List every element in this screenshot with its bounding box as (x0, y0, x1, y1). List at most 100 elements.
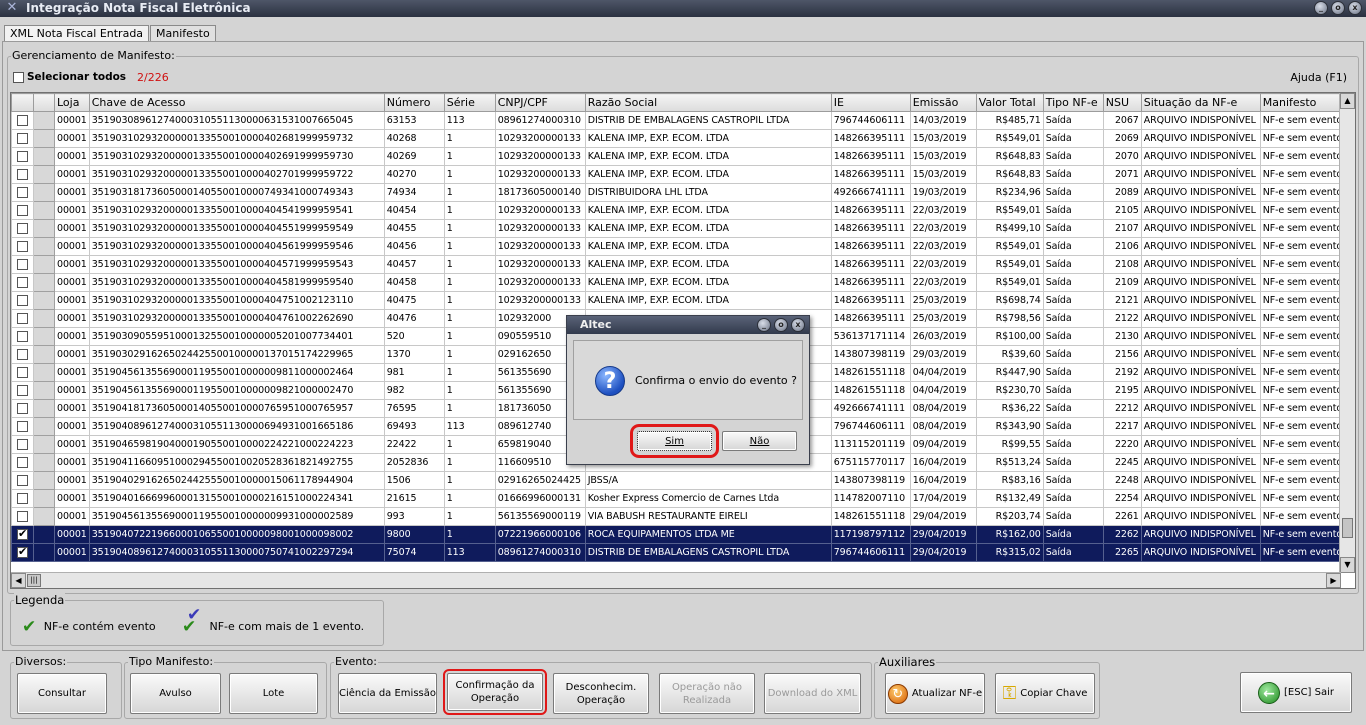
ciencia-emissao-button[interactable]: Ciência da Emissão (338, 673, 437, 714)
maximize-button[interactable]: o (1331, 1, 1345, 15)
row-checkbox-cell[interactable] (11, 381, 34, 400)
row-checkbox-cell[interactable] (11, 111, 34, 130)
table-row[interactable]: 0000135190408961274000310551130000750741… (11, 543, 1346, 562)
row-checkbox[interactable] (17, 385, 28, 396)
table-row[interactable]: 00001 35190318173605000140550010000749341… (11, 183, 1346, 202)
row-checkbox[interactable] (17, 115, 28, 126)
confirmacao-operacao-button[interactable]: Confirmação da Operação (443, 669, 547, 715)
lote-button[interactable]: Lote (229, 673, 318, 714)
table-row[interactable]: 00001 35190310293200000133550010000404561… (11, 237, 1346, 256)
table-row[interactable]: 00001 35190402916265024425550010000015061… (11, 471, 1346, 490)
table-row[interactable]: 00001 35190310293200000133550010000404551… (11, 219, 1346, 238)
table-row[interactable]: 00001 35190310293200000133550010000404541… (11, 201, 1346, 220)
tab-manifesto[interactable]: Manifesto (150, 25, 216, 42)
help-label[interactable]: Ajuda (F1) (1290, 71, 1347, 84)
close-button[interactable]: x (1348, 1, 1362, 15)
row-checkbox[interactable] (17, 367, 28, 378)
select-all[interactable]: Selecionar todos (13, 71, 126, 83)
operacao-nao-realizada-button[interactable]: Operação não Realizada (659, 673, 755, 714)
table-row[interactable]: 00001 35190308961274000310551130000631531… (11, 111, 1346, 130)
table-row[interactable]: 00001 35190310293200000133550010000402681… (11, 129, 1346, 148)
row-checkbox[interactable] (17, 527, 28, 540)
row-checkbox-cell[interactable] (11, 255, 34, 274)
row-checkbox-cell[interactable] (11, 489, 34, 508)
row-checkbox-cell[interactable] (11, 183, 34, 202)
no-button[interactable]: Não (722, 431, 797, 451)
column-header[interactable] (11, 93, 34, 112)
dialog-close-button[interactable]: x (791, 318, 805, 332)
row-checkbox[interactable] (17, 151, 28, 162)
download-xml-button[interactable]: Download do XML (764, 673, 861, 714)
desconhecimento-operacao-button[interactable]: Desconhecim. Operação (553, 673, 649, 714)
column-header[interactable]: NSU (1102, 93, 1142, 112)
copiar-chave-button[interactable]: ⚿ Copiar Chave (995, 673, 1095, 714)
row-checkbox[interactable] (17, 313, 28, 324)
dialog-maximize-button[interactable]: o (774, 318, 788, 332)
row-checkbox[interactable] (17, 205, 28, 216)
column-header[interactable]: CNPJ/CPF (494, 93, 586, 112)
row-checkbox[interactable] (17, 223, 28, 234)
row-checkbox-cell[interactable] (11, 417, 34, 436)
column-header[interactable]: Valor Total (975, 93, 1044, 112)
row-checkbox[interactable] (17, 169, 28, 180)
table-row[interactable]: 00001 35190310293200000133550010000404751… (11, 291, 1346, 310)
yes-button[interactable]: Sim (630, 424, 719, 458)
row-checkbox-cell[interactable] (11, 291, 34, 310)
row-checkbox-cell[interactable] (11, 453, 34, 472)
column-header[interactable]: Série (443, 93, 496, 112)
column-header[interactable]: Loja (54, 93, 90, 112)
row-checkbox-cell[interactable] (11, 399, 34, 418)
row-checkbox-cell[interactable] (11, 543, 34, 562)
row-checkbox-cell[interactable] (11, 363, 34, 382)
horizontal-scroll-thumb[interactable]: ||| (27, 574, 41, 587)
column-header[interactable]: Situação da NF-e (1140, 93, 1261, 112)
column-header[interactable]: Número (383, 93, 445, 112)
column-header[interactable]: Razão Social (584, 93, 832, 112)
row-checkbox[interactable] (17, 349, 28, 360)
row-checkbox[interactable] (17, 295, 28, 306)
row-checkbox[interactable] (17, 241, 28, 252)
table-row[interactable]: 0000135190407221966000106550010000098001… (11, 525, 1346, 544)
row-checkbox[interactable] (17, 475, 28, 486)
row-checkbox[interactable] (17, 545, 28, 558)
row-checkbox[interactable] (17, 493, 28, 504)
row-checkbox[interactable] (17, 403, 28, 414)
sair-button[interactable]: ← [ESC] Sair (1240, 672, 1352, 713)
row-checkbox-cell[interactable] (11, 309, 34, 328)
row-checkbox[interactable] (17, 421, 28, 432)
table-row[interactable]: 00001 35190310293200000133550010000404571… (11, 255, 1346, 274)
scroll-up-arrow-icon[interactable]: ▲ (1340, 93, 1355, 109)
row-checkbox-cell[interactable] (11, 147, 34, 166)
row-checkbox-cell[interactable] (11, 165, 34, 184)
minimize-button[interactable]: _ (1314, 1, 1328, 15)
row-checkbox[interactable] (17, 457, 28, 468)
table-row[interactable]: 00001 35190310293200000133550010000402691… (11, 147, 1346, 166)
table-row[interactable]: 00001 35190401666996000131550010000216151… (11, 489, 1346, 508)
column-header[interactable] (33, 93, 55, 112)
row-checkbox-cell[interactable] (11, 525, 34, 544)
table-row[interactable]: 00001 35190310293200000133550010000404581… (11, 273, 1346, 292)
select-all-checkbox[interactable] (13, 71, 24, 83)
column-header[interactable]: Chave de Acesso (88, 93, 385, 112)
vertical-scroll-thumb[interactable] (1342, 518, 1353, 538)
vertical-scrollbar[interactable]: ▲ ▼ (1339, 93, 1355, 573)
row-checkbox-cell[interactable] (11, 237, 34, 256)
row-checkbox[interactable] (17, 187, 28, 198)
row-checkbox[interactable] (17, 259, 28, 270)
consultar-button[interactable]: Consultar (17, 673, 107, 714)
column-header[interactable]: Tipo NF-e (1042, 93, 1104, 112)
column-header[interactable]: Manifesto (1259, 93, 1346, 112)
table-row[interactable]: 00001 35190456135569000119550010000009931… (11, 507, 1346, 526)
row-checkbox[interactable] (17, 439, 28, 450)
row-checkbox[interactable] (17, 133, 28, 144)
avulso-button[interactable]: Avulso (130, 673, 221, 714)
row-checkbox-cell[interactable] (11, 345, 34, 364)
row-checkbox-cell[interactable] (11, 201, 34, 220)
column-header[interactable]: Emissão (909, 93, 977, 112)
row-checkbox-cell[interactable] (11, 129, 34, 148)
row-checkbox-cell[interactable] (11, 435, 34, 454)
row-checkbox-cell[interactable] (11, 507, 34, 526)
scroll-down-arrow-icon[interactable]: ▼ (1340, 557, 1355, 573)
dialog-minimize-button[interactable]: _ (757, 318, 771, 332)
row-checkbox[interactable] (17, 331, 28, 342)
